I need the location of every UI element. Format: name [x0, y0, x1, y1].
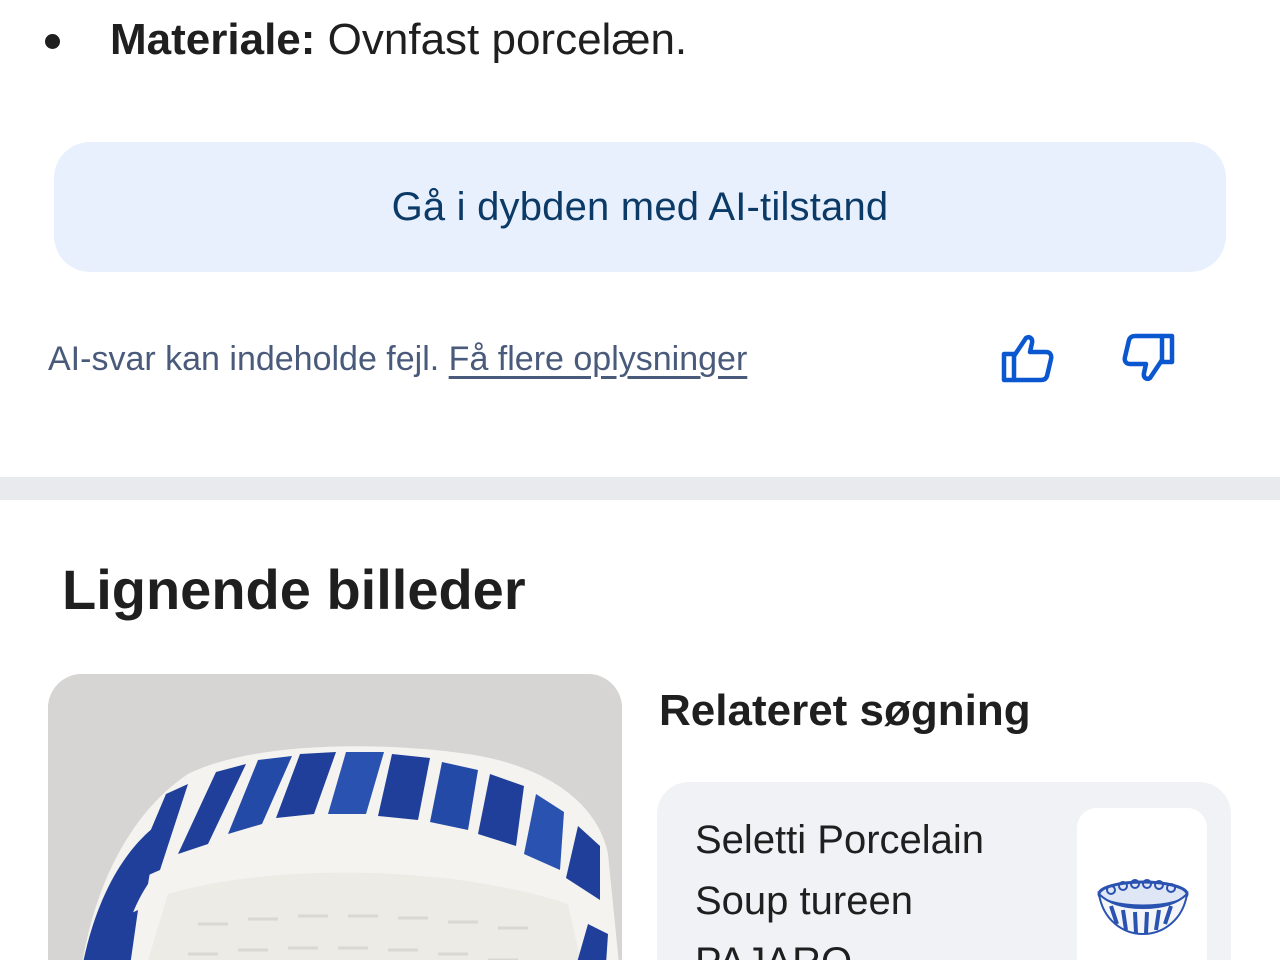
bullet-item-material: Materiale: Ovnfast porcelæn.	[0, 0, 1280, 80]
bullet-dot	[45, 34, 60, 49]
porcelain-bowl-image	[48, 674, 622, 960]
related-line: Soup tureen	[695, 879, 913, 923]
bullet-value: Ovnfast porcelæn.	[315, 15, 688, 64]
ai-disclaimer: AI-svar kan indeholde fejl. Få flere opl…	[48, 336, 747, 382]
related-search-heading: Relateret søgning	[659, 686, 1031, 735]
similar-images-title: Lignende billeder	[62, 558, 526, 621]
similar-image-card[interactable]	[48, 674, 622, 960]
ai-mode-button[interactable]: Gå i dybden med AI-tilstand	[54, 142, 1226, 272]
related-line: Seletti Porcelain	[695, 818, 985, 862]
bowl-thumbnail-image	[1077, 808, 1207, 960]
learn-more-link[interactable]: Få flere oplysninger	[449, 340, 748, 378]
related-thumbnail	[1077, 808, 1207, 960]
related-line: PAJARO	[695, 932, 1055, 960]
bullet-label: Materiale:	[110, 15, 316, 64]
section-divider	[0, 477, 1280, 500]
related-search-title: Seletti Porcelain Soup tureen PAJARO	[695, 810, 1055, 960]
ai-mode-button-label: Gå i dybden med AI-tilstand	[391, 184, 889, 229]
bullet-text: Materiale: Ovnfast porcelæn.	[110, 12, 687, 68]
thumbs-down-icon[interactable]	[1118, 326, 1182, 390]
related-search-card[interactable]: Seletti Porcelain Soup tureen PAJARO	[657, 782, 1231, 960]
thumbs-up-icon[interactable]	[994, 326, 1058, 390]
disclaimer-text: AI-svar kan indeholde fejl.	[48, 340, 449, 378]
